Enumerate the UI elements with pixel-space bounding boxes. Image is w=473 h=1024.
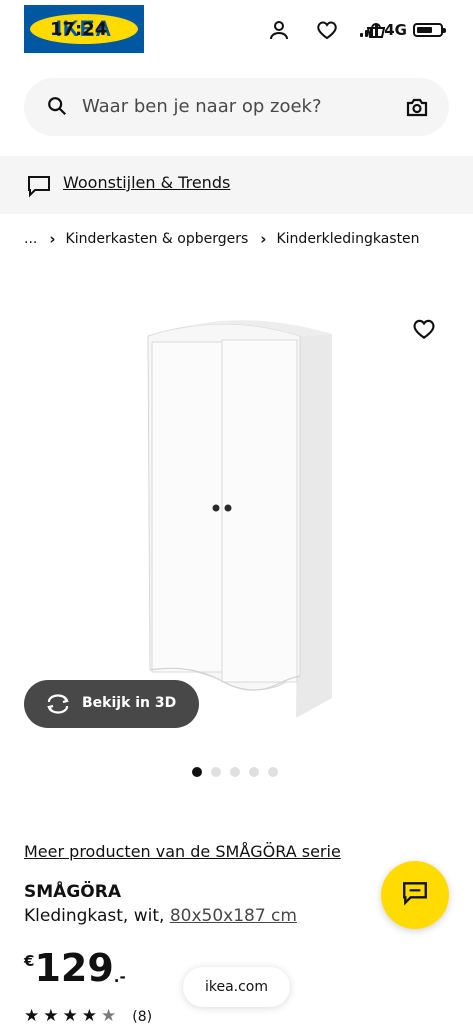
network-type: 4G (384, 21, 407, 39)
header: IKEA 17:24 4G (0, 0, 473, 70)
breadcrumb: ... › Kinderkasten & opbergers › Kinderk… (24, 230, 420, 248)
trends-banner[interactable]: Woonstijlen & Trends (0, 156, 473, 214)
battery-icon (413, 23, 446, 37)
trends-link[interactable]: Woonstijlen & Trends (63, 173, 230, 192)
product-description: Kledingkast, wit, 80x50x187 cm (24, 906, 297, 926)
price-decimal: .- (113, 968, 126, 986)
signal-icon (360, 23, 379, 37)
star-icon: ★ (81, 1006, 97, 1024)
search-icon[interactable] (46, 95, 68, 121)
view-in-3d-button[interactable]: Bekijk in 3D (24, 680, 199, 728)
review-count[interactable]: (8) (132, 1009, 152, 1024)
gallery-dot[interactable] (268, 767, 278, 777)
status-indicators: 4G (360, 21, 446, 39)
breadcrumb-item-kinderkasten[interactable]: Kinderkasten & opbergers (66, 231, 249, 247)
chevron-right-icon: › (260, 230, 267, 248)
view-in-3d-label: Bekijk in 3D (82, 695, 177, 711)
user-icon[interactable] (265, 16, 293, 44)
favorite-heart-icon[interactable] (411, 316, 437, 342)
star-icon: ★ (43, 1006, 59, 1024)
product-dimensions-link[interactable]: 80x50x187 cm (170, 906, 297, 926)
price-currency: € (24, 952, 35, 970)
price-integer: 129 (34, 946, 114, 990)
status-time: 17:24 (50, 19, 108, 40)
series-link[interactable]: Meer producten van de SMÅGÖRA serie (24, 842, 341, 861)
gallery-dot[interactable] (230, 767, 240, 777)
battery-fill (417, 27, 432, 33)
gallery-dot[interactable] (249, 767, 259, 777)
search-bar[interactable]: Waar ben je naar op zoek? (24, 78, 449, 136)
product-rating[interactable]: ★ ★ ★ ★ ★ (8) (24, 1008, 152, 1024)
chat-button[interactable] (381, 861, 449, 929)
browser-url-pill[interactable]: ikea.com (183, 967, 290, 1007)
gallery-dot[interactable] (211, 767, 221, 777)
heart-icon[interactable] (313, 16, 341, 44)
star-icon: ★ (101, 1006, 117, 1024)
product-name: SMÅGÖRA (24, 882, 121, 902)
camera-icon[interactable] (405, 95, 429, 123)
search-input[interactable]: Waar ben je naar op zoek? (82, 96, 322, 117)
breadcrumb-item-kinderkledingkasten[interactable]: Kinderkledingkasten (276, 231, 419, 247)
browser-url: ikea.com (204, 979, 269, 995)
chat-bubble-icon (26, 173, 52, 203)
product-type: Kledingkast, wit, (24, 906, 165, 926)
wardrobe-image (147, 320, 332, 718)
rotate-3d-icon (44, 693, 72, 719)
star-icon: ★ (24, 1006, 40, 1024)
chat-icon (401, 879, 429, 911)
chevron-right-icon: › (49, 230, 56, 248)
breadcrumb-ellipsis[interactable]: ... (24, 231, 37, 247)
star-icon: ★ (62, 1006, 78, 1024)
product-price: € 129 .- (24, 946, 126, 990)
gallery-dot[interactable] (192, 767, 202, 777)
gallery-pagination[interactable] (192, 767, 278, 777)
